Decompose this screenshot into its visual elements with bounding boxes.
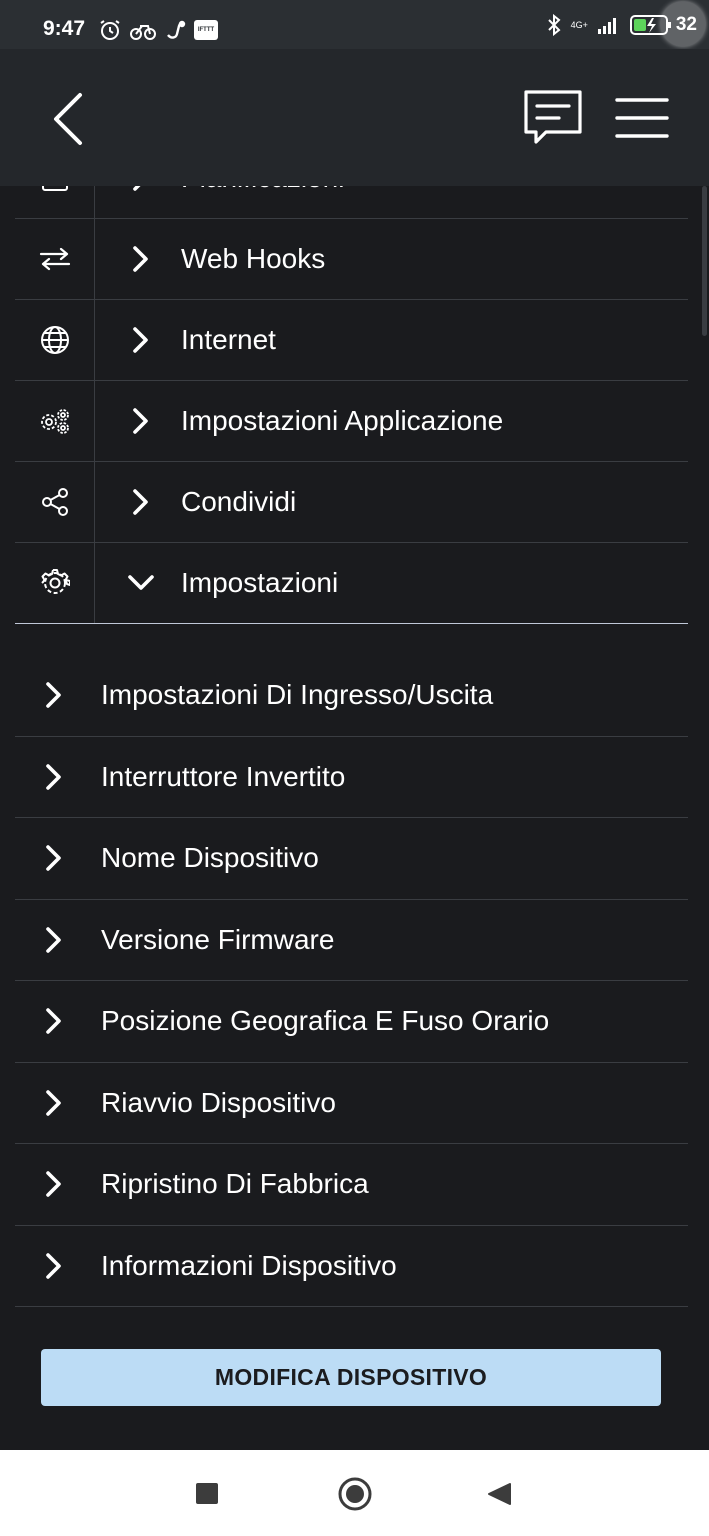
system-nav-bar (0, 1450, 709, 1536)
menu-item-label: Impostazioni (181, 567, 339, 598)
chevron-right-icon (46, 682, 61, 709)
hook-icon (167, 20, 186, 39)
settings-item-io[interactable]: Impostazioni Di Ingresso/Uscita (15, 655, 688, 737)
home-button[interactable] (338, 1477, 372, 1511)
menu-button[interactable] (614, 96, 670, 140)
settings-item-label: Impostazioni Di Ingresso/Uscita (101, 679, 494, 711)
system-back-button[interactable] (486, 1482, 512, 1506)
bluetooth-icon (547, 14, 561, 36)
settings-item-inverted-switch[interactable]: Interruttore Invertito (15, 737, 688, 818)
chevron-right-icon (133, 327, 148, 353)
chevron-right-icon (46, 845, 61, 872)
gear-icon (40, 569, 70, 594)
settings-item-label: Riavvio Dispositivo (101, 1086, 336, 1118)
alarm-icon (100, 20, 120, 40)
settings-item-label: Posizione Geografica E Fuso Orario (101, 1005, 550, 1037)
device-menu-list: Pianificazioni Web Hooks Internet Impost… (15, 138, 688, 624)
touch-indicator (661, 2, 705, 46)
menu-item-label: Internet (181, 324, 276, 355)
settings-item-device-info[interactable]: Informazioni Dispositivo (15, 1226, 688, 1307)
network-type: 4G+ (570, 19, 588, 30)
gears-icon (40, 409, 69, 434)
hamburger-icon (615, 98, 669, 138)
menu-item-label: Condividi (181, 486, 297, 517)
globe-icon (40, 326, 69, 354)
swap-arrows-icon (39, 247, 70, 271)
chevron-right-icon (46, 763, 61, 790)
settings-item-label: Versione Firmware (101, 923, 335, 955)
ifttt-icon: IFTTT (194, 20, 218, 40)
settings-item-reboot[interactable]: Riavvio Dispositivo (15, 1063, 688, 1144)
chevron-right-icon (133, 489, 148, 515)
app-header (0, 49, 709, 186)
back-button[interactable] (46, 91, 94, 147)
settings-sub-list: Impostazioni Di Ingresso/Uscita Interrut… (15, 655, 688, 1307)
settings-item-factory-reset[interactable]: Ripristino Di Fabbrica (15, 1144, 688, 1226)
settings-item-label: Nome Dispositivo (101, 842, 319, 874)
signal-icon (597, 18, 616, 34)
menu-item-internet[interactable]: Internet (15, 300, 688, 381)
menu-item-label: Impostazioni Applicazione (181, 405, 504, 436)
settings-item-label: Ripristino Di Fabbrica (101, 1168, 369, 1200)
menu-item-label: Web Hooks (181, 243, 326, 274)
chevron-left-icon (54, 93, 82, 145)
chevron-right-icon (46, 926, 61, 953)
chevron-right-icon (133, 408, 148, 434)
chevron-right-icon (46, 1089, 61, 1116)
chevron-right-icon (46, 1008, 61, 1035)
chevron-right-icon (133, 246, 148, 272)
settings-item-label: Informazioni Dispositivo (101, 1249, 397, 1281)
recents-button[interactable] (196, 1483, 218, 1504)
settings-item-device-name[interactable]: Nome Dispositivo (15, 818, 688, 900)
menu-item-app-settings[interactable]: Impostazioni Applicazione (15, 381, 688, 462)
settings-item-firmware[interactable]: Versione Firmware (15, 900, 688, 981)
chevron-right-icon (46, 1252, 61, 1279)
menu-item-settings[interactable]: Impostazioni (15, 543, 688, 624)
edit-device-button[interactable]: MODIFICA DISPOSITIVO (41, 1349, 661, 1406)
scrollbar[interactable] (702, 186, 707, 336)
bike-icon (130, 25, 156, 40)
message-icon (524, 90, 582, 144)
menu-item-share[interactable]: Condividi (15, 462, 688, 543)
status-time: 9:47 (43, 17, 86, 40)
share-icon (41, 488, 68, 516)
chevron-right-icon (46, 1171, 61, 1198)
settings-item-location-timezone[interactable]: Posizione Geografica E Fuso Orario (15, 981, 688, 1063)
chat-button[interactable] (522, 88, 584, 150)
menu-item-web-hooks[interactable]: Web Hooks (15, 219, 688, 300)
chevron-down-icon (128, 575, 154, 590)
settings-item-label: Interruttore Invertito (101, 760, 346, 792)
status-bar: 9:47 IFTTT 4G+ 32 (0, 0, 709, 49)
